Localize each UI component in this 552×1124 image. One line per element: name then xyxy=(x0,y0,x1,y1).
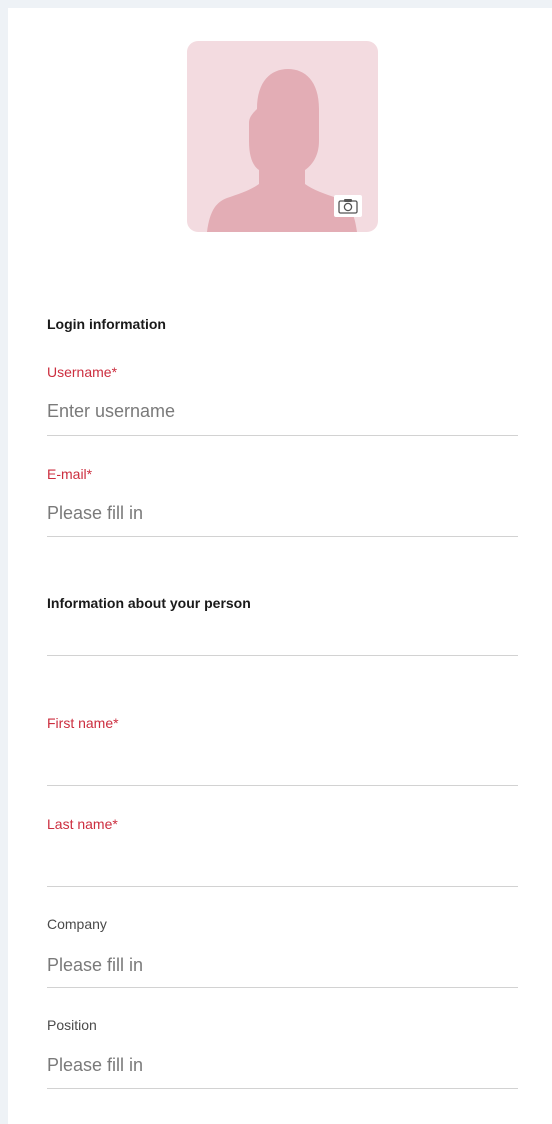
person-extra-underline xyxy=(47,655,518,656)
profile-photo-upload[interactable] xyxy=(187,41,378,232)
login-information-heading: Login information xyxy=(47,316,166,332)
person-extra-input[interactable] xyxy=(47,622,517,650)
username-underline xyxy=(47,435,518,436)
person-information-heading: Information about your person xyxy=(47,595,251,611)
email-underline xyxy=(47,536,518,537)
username-input[interactable] xyxy=(47,397,517,425)
email-label: E-mail* xyxy=(47,466,93,482)
first-name-label: First name* xyxy=(47,715,119,731)
camera-icon[interactable] xyxy=(334,195,362,217)
last-name-underline xyxy=(47,886,518,887)
position-underline xyxy=(47,1088,518,1089)
company-input[interactable] xyxy=(47,951,517,979)
company-label: Company xyxy=(47,916,107,932)
last-name-input[interactable] xyxy=(47,850,517,878)
company-underline xyxy=(47,987,518,988)
last-name-label: Last name* xyxy=(47,816,118,832)
first-name-underline xyxy=(47,785,518,786)
profile-form-card: Login information Username* E-mail* Info… xyxy=(8,8,552,1124)
first-name-input[interactable] xyxy=(47,749,517,777)
username-label: Username* xyxy=(47,364,118,380)
position-label: Position xyxy=(47,1017,97,1033)
position-input[interactable] xyxy=(47,1051,517,1079)
email-input[interactable] xyxy=(47,499,517,527)
